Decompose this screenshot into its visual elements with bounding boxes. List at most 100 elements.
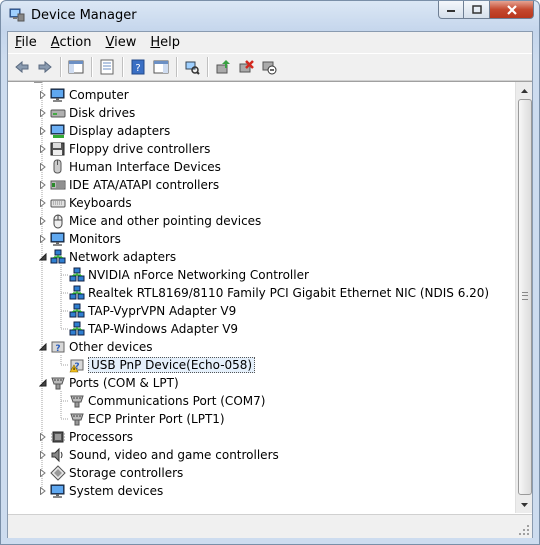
tree-item[interactable]: System devices (38, 482, 163, 500)
tree-item[interactable]: Realtek RTL8169/8110 Family PCI Gigabit … (57, 284, 489, 302)
network-icon (69, 285, 85, 301)
properties-icon (100, 59, 114, 75)
size-grip-icon[interactable] (518, 524, 530, 536)
tree-item[interactable]: Mice and other pointing devices (38, 212, 261, 230)
uninstall-icon (239, 60, 254, 73)
collapse-arrow-icon[interactable] (38, 253, 47, 262)
network-icon (50, 249, 66, 265)
toolbar: ? (8, 53, 532, 81)
tree-item-label: Ports (COM & LPT) (69, 376, 179, 390)
menu-view[interactable]: View (99, 35, 144, 50)
scroll-up-button[interactable] (516, 82, 532, 99)
network-icon (69, 321, 85, 337)
back-icon (15, 60, 29, 74)
tree-item[interactable]: Display adapters (38, 122, 170, 140)
tree-item[interactable]: ECP Printer Port (LPT1) (57, 410, 225, 428)
disk-icon (50, 105, 66, 121)
menu-file[interactable]: File (8, 35, 44, 50)
tree-item[interactable]: Keyboards (38, 194, 132, 212)
tree-item[interactable]: Disk drives (38, 104, 135, 122)
expand-arrow-icon[interactable] (38, 145, 47, 154)
tree-item[interactable]: Ports (COM & LPT) (38, 374, 179, 392)
tree-item[interactable]: TAP-Windows Adapter V9 (57, 320, 238, 338)
tree-item[interactable]: IDE ATA/ATAPI controllers (38, 176, 219, 194)
minimize-button[interactable] (438, 1, 464, 19)
maximize-button[interactable] (464, 1, 490, 19)
display-icon (50, 123, 66, 139)
window-title: Device Manager (31, 8, 137, 23)
vertical-scrollbar[interactable] (515, 82, 532, 513)
mouse-icon (50, 213, 66, 229)
collapse-arrow-icon[interactable] (19, 81, 28, 82)
network-icon (69, 303, 85, 319)
expand-arrow-icon[interactable] (38, 127, 47, 136)
back-button[interactable] (11, 56, 33, 78)
tree-item[interactable]: NVIDIA nForce Networking Controller (57, 266, 309, 284)
expand-arrow-icon[interactable] (38, 181, 47, 190)
scrollbar-thumb[interactable] (518, 99, 532, 495)
window-controls (438, 1, 534, 19)
toolbar-separator (176, 57, 178, 77)
status-bar (8, 514, 532, 538)
scan-hardware-button[interactable] (181, 56, 203, 78)
menu-action[interactable]: Action (44, 35, 99, 50)
tree-item[interactable]: Computer (38, 86, 129, 104)
update-driver-button[interactable] (212, 56, 234, 78)
maximize-icon (471, 5, 482, 14)
port-icon (69, 393, 85, 409)
tree-item[interactable]: TAP-VyprVPN Adapter V9 (57, 302, 236, 320)
help-button[interactable]: ? (127, 56, 149, 78)
collapse-arrow-icon[interactable] (38, 379, 47, 388)
tree-item[interactable]: ? USB PnP Device(Echo-058) (57, 356, 256, 374)
expand-arrow-icon[interactable] (38, 163, 47, 172)
expand-arrow-icon[interactable] (38, 109, 47, 118)
tree-item[interactable]: Storage controllers (38, 464, 183, 482)
expand-arrow-icon[interactable] (38, 433, 47, 442)
chevron-up-icon (521, 88, 528, 93)
expand-arrow-icon[interactable] (38, 199, 47, 208)
expand-arrow-icon[interactable] (38, 487, 47, 496)
tree-item-label: NVIDIA nForce Networking Controller (88, 268, 309, 282)
floppy-icon (50, 141, 66, 157)
tree-item[interactable]: Processors (38, 428, 133, 446)
properties-button[interactable] (96, 56, 118, 78)
show-hide-console-tree-button[interactable] (65, 56, 87, 78)
uninstall-button[interactable] (235, 56, 257, 78)
tree-item[interactable]: Human Interface Devices (38, 158, 221, 176)
update-driver-icon (216, 60, 230, 74)
forward-icon (38, 60, 52, 74)
unknown-warn-icon: ? (69, 357, 85, 373)
disable-button[interactable] (258, 56, 280, 78)
expand-arrow-icon[interactable] (38, 235, 47, 244)
show-action-pane-button[interactable] (150, 56, 172, 78)
collapse-arrow-icon[interactable] (38, 343, 47, 352)
close-button[interactable] (490, 1, 534, 19)
menu-help[interactable]: Help (143, 35, 187, 50)
tree-item-label: Keyboards (69, 196, 132, 210)
tree-item-label: Home-PC (50, 82, 105, 84)
tree-item[interactable]: Communications Port (COM7) (57, 392, 265, 410)
tree-item[interactable]: Sound, video and game controllers (38, 446, 279, 464)
tree-item-label: TAP-Windows Adapter V9 (88, 322, 239, 336)
scroll-down-button[interactable] (516, 496, 532, 513)
sound-icon (50, 447, 66, 463)
title-bar[interactable]: Device Manager (1, 1, 539, 31)
toolbar-separator (122, 57, 124, 77)
forward-button[interactable] (34, 56, 56, 78)
tree-item[interactable]: Monitors (38, 230, 121, 248)
expand-arrow-icon[interactable] (38, 451, 47, 460)
expand-arrow-icon[interactable] (38, 469, 47, 478)
minimize-icon (447, 9, 455, 12)
port-icon (50, 375, 66, 391)
tree-item[interactable]: Network adapters (38, 248, 176, 266)
expand-arrow-icon[interactable] (38, 91, 47, 100)
tree-item-label: Realtek RTL8169/8110 Family PCI Gigabit … (88, 286, 490, 300)
expand-arrow-icon[interactable] (38, 217, 47, 226)
tree-item[interactable]: Floppy drive controllers (38, 140, 210, 158)
tree-item[interactable]: ? Other devices (38, 338, 153, 356)
device-tree[interactable]: Home-PC Computer Disk drives Display adapte… (8, 81, 532, 514)
